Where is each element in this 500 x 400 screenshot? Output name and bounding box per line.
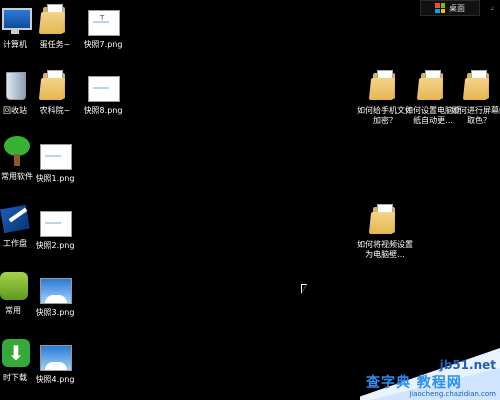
watermark-url: jiaocheng.chazidian.com xyxy=(409,390,496,398)
desktop-icon-folder-color-pick[interactable]: 如何进行屏幕的取色？ xyxy=(448,70,500,126)
desktop-icon-label: 如何进行屏幕的取色？ xyxy=(451,106,500,125)
desktop-icon-folder-video-wallpaper[interactable]: 如何将视频设置为电脑壁... xyxy=(354,204,416,260)
mouse-cursor-icon xyxy=(301,284,307,294)
desktop-toolbar[interactable]: 桌面 xyxy=(420,0,480,16)
desktop-icon-label: 快照3.png xyxy=(35,308,75,317)
folder-icon xyxy=(38,4,70,36)
folder-icon xyxy=(38,70,70,102)
folder-icon xyxy=(462,70,494,102)
desktop-icon-png-8[interactable]: 快照8.png xyxy=(72,70,134,116)
desktop-icon-png-3[interactable]: 快照3.png xyxy=(24,272,86,318)
png-file-icon xyxy=(88,70,120,102)
desktop-icon-label: 快照8.png xyxy=(83,106,123,115)
folder-icon xyxy=(368,70,400,102)
desktop-icon-png-1[interactable]: 快照1.png xyxy=(24,138,86,184)
folder-icon xyxy=(416,70,448,102)
folder-icon xyxy=(368,204,400,236)
desktop-icon-png-4[interactable]: 快照4.png xyxy=(24,339,86,385)
windows-logo-icon xyxy=(435,3,445,13)
desktop-icon-label: 快照1.png xyxy=(35,174,75,183)
desktop-icon-label: 如何将视频设置为电脑壁... xyxy=(357,240,413,259)
toolbar-corner-icon: ⌟ xyxy=(489,2,494,12)
image-file-icon xyxy=(40,272,72,304)
png-file-icon xyxy=(40,138,72,170)
watermark: jb51.net 查字典 教程网 jiaocheng.chazidian.com xyxy=(360,348,500,400)
watermark-domain: jb51.net xyxy=(439,358,496,372)
png-file-icon xyxy=(40,205,72,237)
toolbar-label: 桌面 xyxy=(449,3,465,13)
desktop-icon-label: 快照7.png xyxy=(83,40,123,49)
desktop-icon-label: 快照2.png xyxy=(35,241,75,250)
png-file-icon: T xyxy=(88,4,120,36)
desktop-icon-label: 快照4.png xyxy=(35,375,75,384)
desktop-icon-png-2[interactable]: 快照2.png xyxy=(24,205,86,251)
desktop-icon-png-7[interactable]: T 快照7.png xyxy=(72,4,134,50)
watermark-main-text: 查字典 教程网 xyxy=(366,375,462,391)
image-file-icon xyxy=(40,339,72,371)
